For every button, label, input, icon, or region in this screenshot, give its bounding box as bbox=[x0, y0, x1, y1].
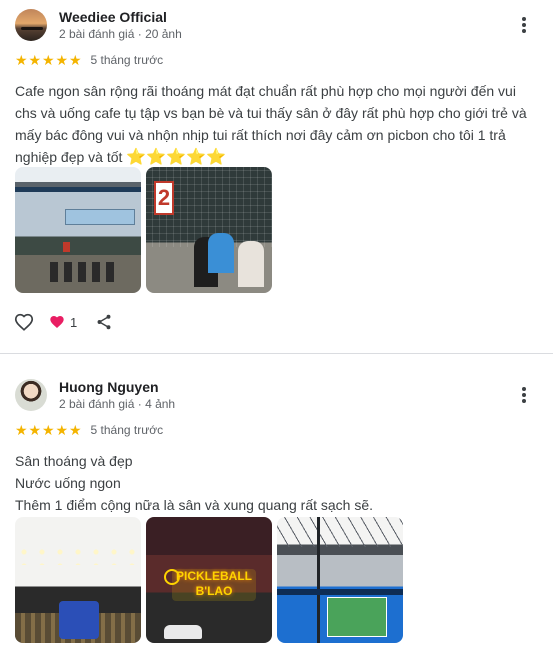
more-options-button[interactable] bbox=[514, 15, 534, 35]
review-actions: 1 bbox=[13, 311, 113, 333]
more-vert-icon bbox=[522, 387, 526, 391]
review-card: Huong Nguyen 2 bài đánh giá · 4 ảnh ★ ★ … bbox=[0, 355, 553, 647]
review-photos: PICKLEBALL B'LAO bbox=[15, 517, 403, 643]
star-icon: ★ bbox=[15, 422, 28, 438]
star-icon: ★ bbox=[55, 52, 69, 68]
review-divider bbox=[0, 353, 553, 354]
reaction-count: 1 bbox=[70, 314, 78, 330]
review-date: 5 tháng trước bbox=[90, 53, 164, 67]
review-photo[interactable]: 2 bbox=[146, 167, 272, 293]
author-avatar[interactable] bbox=[15, 379, 47, 411]
review-line: Sân thoáng và đẹp bbox=[15, 453, 133, 469]
share-icon[interactable] bbox=[95, 313, 113, 331]
reaction-count-button[interactable]: 1 bbox=[49, 314, 77, 330]
review-photo[interactable] bbox=[15, 167, 141, 293]
rating-row: ★ ★ ★ ★ ★ 5 tháng trước bbox=[15, 422, 163, 438]
star-icon: ★ bbox=[28, 52, 42, 68]
review-photo[interactable] bbox=[15, 517, 141, 643]
review-photo[interactable]: PICKLEBALL B'LAO bbox=[146, 517, 272, 643]
heart-icon bbox=[50, 316, 64, 328]
review-date: 5 tháng trước bbox=[90, 423, 164, 437]
review-card: Weediee Official 2 bài đánh giá · 20 ảnh… bbox=[0, 0, 553, 352]
more-options-button[interactable] bbox=[514, 385, 534, 405]
rating-row: ★ ★ ★ ★ ★ 5 tháng trước bbox=[15, 52, 163, 68]
review-photo[interactable] bbox=[277, 517, 403, 643]
review-text: Cafe ngon sân rộng rãi thoáng mát đạt ch… bbox=[15, 80, 540, 169]
star-rating: ★ ★ ★ ★ ★ bbox=[15, 423, 83, 437]
star-icon: ★ bbox=[69, 422, 82, 438]
author-name[interactable]: Huong Nguyen bbox=[59, 379, 159, 395]
author-avatar[interactable] bbox=[15, 9, 47, 41]
star-icon: ★ bbox=[69, 52, 82, 68]
star-rating: ★ ★ ★ ★ ★ bbox=[15, 53, 83, 67]
review-photos: 2 bbox=[15, 167, 272, 293]
emoji-stars: ⭐⭐⭐⭐⭐ bbox=[126, 149, 226, 166]
more-vert-icon bbox=[522, 17, 526, 21]
neon-sign-text: PICKLEBALL B'LAO bbox=[172, 569, 256, 601]
author-meta: 2 bài đánh giá · 20 ảnh bbox=[59, 27, 182, 41]
review-line: Nước uống ngon bbox=[15, 475, 121, 491]
star-icon: ★ bbox=[42, 52, 55, 68]
star-icon: ★ bbox=[28, 422, 42, 438]
star-icon: ★ bbox=[15, 52, 28, 68]
review-line: Thêm 1 điểm cộng nữa là sân và xung quan… bbox=[15, 497, 374, 513]
author-name[interactable]: Weediee Official bbox=[59, 9, 167, 25]
review-text: Sân thoáng và đẹp Nước uống ngon Thêm 1 … bbox=[15, 450, 540, 516]
review-body: Cafe ngon sân rộng rãi thoáng mát đạt ch… bbox=[15, 83, 527, 165]
like-heart-outline-icon[interactable] bbox=[13, 311, 35, 333]
star-icon: ★ bbox=[42, 422, 55, 438]
star-icon: ★ bbox=[55, 422, 69, 438]
author-meta: 2 bài đánh giá · 4 ảnh bbox=[59, 397, 176, 411]
